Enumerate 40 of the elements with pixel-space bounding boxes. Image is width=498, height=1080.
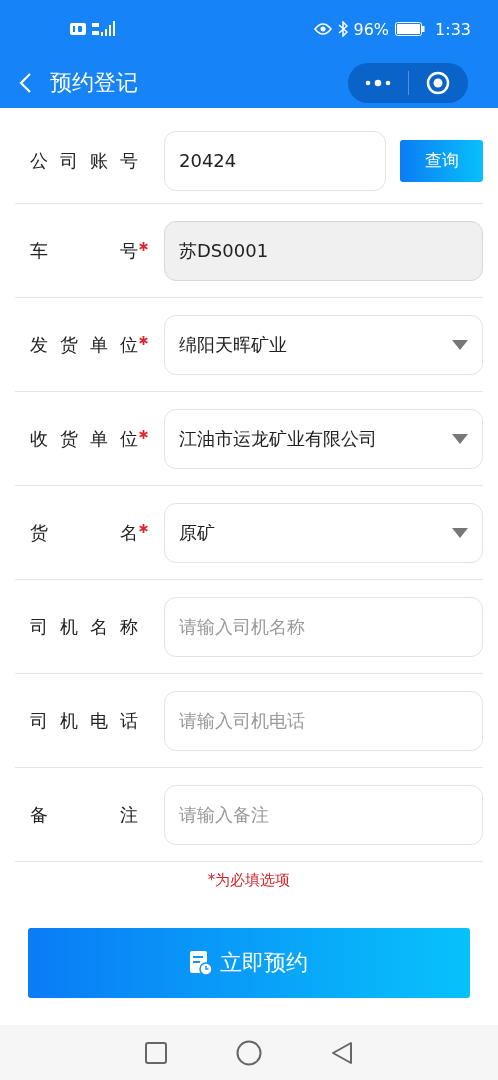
battery-percent: 96% bbox=[353, 19, 390, 39]
dropdown-caret-icon bbox=[452, 339, 468, 350]
back-button[interactable] bbox=[331, 1040, 354, 1065]
select-value: 绵阳天晖矿业 bbox=[179, 332, 287, 357]
bluetooth-icon bbox=[337, 21, 348, 37]
signal-icon bbox=[92, 21, 118, 37]
dropdown-caret-icon bbox=[452, 527, 468, 538]
more-icon bbox=[364, 79, 391, 87]
field-label: 司机名称 bbox=[30, 614, 138, 639]
select-value: 原矿 bbox=[179, 520, 215, 545]
field-label: 收货单位 bbox=[30, 426, 138, 451]
field-label: 货名 bbox=[30, 520, 138, 545]
hd-icon bbox=[70, 23, 86, 35]
document-clock-icon bbox=[190, 951, 212, 975]
field-label: 发货单位 bbox=[30, 332, 138, 357]
battery-icon bbox=[395, 22, 426, 36]
required-note: *为必填选项 bbox=[207, 871, 291, 889]
input-field[interactable]: 20424 bbox=[164, 130, 386, 191]
select-field[interactable]: 江油市运龙矿业有限公司 bbox=[164, 408, 483, 469]
field-label: 备注 bbox=[30, 802, 138, 827]
triangle-icon bbox=[331, 1040, 354, 1065]
eye-icon bbox=[313, 23, 332, 35]
select-field[interactable]: 绵阳天晖矿业 bbox=[164, 314, 483, 375]
select-value: 江油市运龙矿业有限公司 bbox=[179, 426, 377, 451]
field-label: 公司账号 bbox=[30, 148, 138, 173]
input-field[interactable]: 请输入司机名称 bbox=[164, 596, 483, 657]
page-title: 预约登记 bbox=[50, 69, 139, 97]
field-label: 司机电话 bbox=[30, 708, 138, 733]
square-icon bbox=[144, 1041, 167, 1064]
circle-icon bbox=[236, 1039, 262, 1066]
dropdown-caret-icon bbox=[452, 433, 468, 444]
recent-apps-button[interactable] bbox=[144, 1041, 167, 1064]
home-button[interactable] bbox=[236, 1039, 262, 1066]
field-label: 车号 bbox=[30, 238, 138, 263]
target-icon bbox=[426, 71, 451, 95]
clock-time: 1:33 bbox=[435, 19, 471, 39]
input-field[interactable]: 请输入司机电话 bbox=[164, 690, 483, 751]
input-field[interactable]: 请输入备注 bbox=[164, 784, 483, 845]
select-field[interactable]: 原矿 bbox=[164, 502, 483, 563]
back-icon[interactable] bbox=[18, 72, 32, 94]
